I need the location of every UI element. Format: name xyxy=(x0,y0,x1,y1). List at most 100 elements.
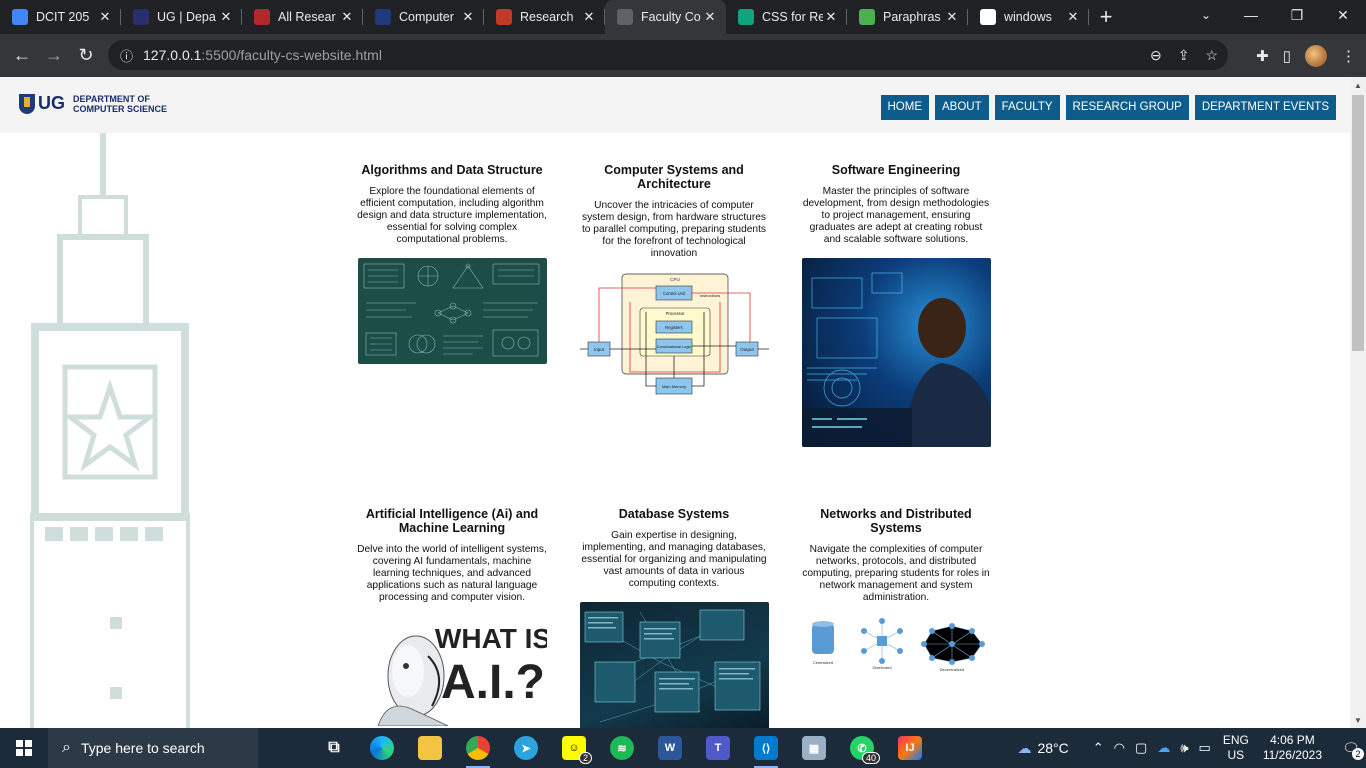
browser-tab[interactable]: windows ✕ xyxy=(968,0,1089,34)
weather-cloud-icon: ☁ xyxy=(1017,739,1032,756)
card-title: Database Systems xyxy=(618,507,730,521)
battery-icon[interactable]: ▭ xyxy=(1199,740,1211,756)
minimize-icon[interactable]: — xyxy=(1228,0,1274,30)
tab-close-icon[interactable]: ✕ xyxy=(97,9,113,25)
intellij-icon[interactable]: IJ xyxy=(886,728,934,768)
telegram-icon[interactable]: ➤ xyxy=(502,728,550,768)
nav-faculty[interactable]: FACULTY xyxy=(994,95,1060,120)
card-title: Software Engineering xyxy=(831,163,961,177)
side-panel-icon[interactable]: ▯ xyxy=(1283,47,1291,65)
notification-center-icon[interactable]: 🗨 2 xyxy=(1336,728,1366,768)
close-icon[interactable]: ✕ xyxy=(1320,0,1366,30)
browser-tab[interactable]: UG | Depa ✕ xyxy=(121,0,242,34)
shield-icon xyxy=(254,9,270,25)
card-algorithms: Algorithms and Data Structure Explore th… xyxy=(357,163,547,364)
new-tab-button[interactable]: + xyxy=(1089,4,1123,30)
scroll-up-icon[interactable]: ▲ xyxy=(1350,77,1366,93)
start-button[interactable] xyxy=(0,728,48,768)
address-bar[interactable]: ⓘ 127.0.0.1:5500/faculty-cs-website.html… xyxy=(108,40,1228,70)
cpu-architecture-diagram: CPU Control Unit Instructions Processor … xyxy=(579,272,769,398)
url-text[interactable]: 127.0.0.1:5500/faculty-cs-website.html xyxy=(143,47,382,63)
nav-home[interactable]: HOME xyxy=(880,95,929,120)
vscode-icon[interactable]: ⟨⟩ xyxy=(742,728,790,768)
scrollbar-thumb[interactable] xyxy=(1352,95,1364,351)
nav-research-group[interactable]: RESEARCH GROUP xyxy=(1065,95,1189,120)
edge-icon[interactable] xyxy=(358,728,406,768)
back-icon[interactable]: ← xyxy=(6,40,38,72)
share-icon[interactable]: ⇪ xyxy=(1178,47,1190,64)
nav-department-events[interactable]: DEPARTMENT EVENTS xyxy=(1194,95,1336,120)
file-explorer-icon[interactable] xyxy=(406,728,454,768)
menu-kebab-icon[interactable]: ⋮ xyxy=(1341,47,1356,65)
scroll-down-icon[interactable]: ▼ xyxy=(1350,712,1366,728)
extensions-icon[interactable]: ✚ xyxy=(1256,47,1269,65)
tab-close-icon[interactable]: ✕ xyxy=(339,9,355,25)
site-info-icon[interactable]: ⓘ xyxy=(120,46,133,65)
photos-icon[interactable]: ▦ xyxy=(790,728,838,768)
taskbar-apps: ⧉ ➤ ☺ 2 ≋ W T ⟨⟩ ▦ ✆ 40 IJ xyxy=(310,728,934,768)
weather-widget[interactable]: ☁ 28°C xyxy=(1017,740,1068,757)
tab-close-icon[interactable]: ✕ xyxy=(823,9,839,25)
taskbar-clock[interactable]: 4:06 PM 11/26/2023 xyxy=(1263,733,1322,763)
onedrive-icon[interactable]: ☁ xyxy=(1157,740,1170,756)
browser-tab[interactable]: All Resear ✕ xyxy=(242,0,363,34)
taskbar-search[interactable]: ⌕ Type here to search xyxy=(48,728,258,768)
snapchat-icon[interactable]: ☺ 2 xyxy=(550,728,598,768)
teams-icon[interactable]: T xyxy=(694,728,742,768)
browser-tab[interactable]: Faculty Co ✕ xyxy=(605,0,726,34)
battery-saver-icon[interactable]: ▢ xyxy=(1135,740,1147,756)
docs-icon xyxy=(12,9,28,25)
browser-tab-bar: DCIT 205 ✕ UG | Depa ✕ All Resear ✕ Computer ✕ R… xyxy=(0,0,1366,34)
profile-avatar[interactable] xyxy=(1305,44,1327,67)
chrome-icon[interactable] xyxy=(454,728,502,768)
task-view-icon[interactable]: ⧉ xyxy=(310,728,358,768)
diagram-memory-label: Main Memory xyxy=(661,384,685,389)
forward-icon[interactable]: → xyxy=(38,40,70,72)
diagram-alu-label: Combinational Logic xyxy=(656,345,691,349)
nav-about[interactable]: ABOUT xyxy=(935,95,989,120)
network-centralized-label: Centralized xyxy=(812,660,832,665)
browser-tab[interactable]: CSS for Re ✕ xyxy=(726,0,847,34)
language-indicator[interactable]: ENG US xyxy=(1223,733,1249,763)
tab-search-icon[interactable]: ⌄ xyxy=(1192,0,1220,30)
bookmark-star-icon[interactable]: ☆ xyxy=(1205,47,1218,64)
tab-close-icon[interactable]: ✕ xyxy=(218,9,234,25)
card-database-systems: Database Systems Gain expertise in desig… xyxy=(579,507,769,728)
word-icon[interactable]: W xyxy=(646,728,694,768)
tab-close-icon[interactable]: ✕ xyxy=(460,9,476,25)
chatgpt-icon xyxy=(738,9,754,25)
snapchat-badge: 2 xyxy=(578,752,592,764)
whatsapp-icon[interactable]: ✆ 40 xyxy=(838,728,886,768)
browser-tab[interactable]: Paraphras ✕ xyxy=(847,0,968,34)
search-icon: ⌕ xyxy=(62,739,71,756)
spotify-icon[interactable]: ≋ xyxy=(598,728,646,768)
wifi-icon[interactable]: ◠ xyxy=(1114,740,1125,756)
volume-icon[interactable]: 🕪 xyxy=(1180,740,1188,756)
browser-tab[interactable]: Research ✕ xyxy=(484,0,605,34)
tab-close-icon[interactable]: ✕ xyxy=(1065,9,1081,25)
chevron-up-icon[interactable]: ⌃ xyxy=(1093,740,1104,756)
zoom-icon[interactable]: ⊖ xyxy=(1150,47,1162,64)
logo-dept-line2: COMPUTER SCIENCE xyxy=(73,103,168,114)
software-engineer-image xyxy=(801,258,991,447)
department-logo[interactable]: UG DEPARTMENT OF COMPUTER SCIENCE xyxy=(19,93,167,114)
tab-title: DCIT 205 xyxy=(36,10,90,24)
tab-close-icon[interactable]: ✕ xyxy=(702,9,718,25)
browser-tab[interactable]: DCIT 205 ✕ xyxy=(0,0,121,34)
tab-close-icon[interactable]: ✕ xyxy=(581,9,597,25)
restore-icon[interactable]: ❐ xyxy=(1274,0,1320,30)
tab-close-icon[interactable]: ✕ xyxy=(944,9,960,25)
globe-icon xyxy=(617,9,633,25)
ug-icon xyxy=(133,9,149,25)
card-description: Explore the foundational elements of eff… xyxy=(357,186,547,245)
tab-title: All Resear xyxy=(278,10,336,24)
ug-crest-icon xyxy=(19,93,35,114)
diagram-registers-label: Registers xyxy=(665,325,683,330)
card-description: Delve into the world of intelligent syst… xyxy=(357,544,547,603)
system-tray: ☁ 28°C ⌃ ◠ ▢ ☁ 🕪 ▭ ENG US 4:06 PM 11/26/… xyxy=(1017,728,1366,768)
logo-department-text: DEPARTMENT OF COMPUTER SCIENCE xyxy=(73,94,167,114)
reload-icon[interactable]: ↻ xyxy=(70,40,102,72)
browser-tab[interactable]: Computer ✕ xyxy=(363,0,484,34)
page-scrollbar[interactable]: ▲ ▼ xyxy=(1350,77,1366,728)
card-title: Networks and Distributed Systems xyxy=(820,507,972,535)
